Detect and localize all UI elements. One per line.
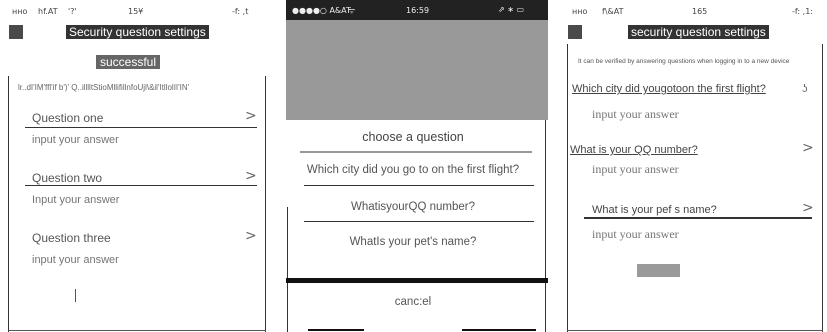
question-one-underline bbox=[25, 127, 257, 128]
hint-text: lr..dI'IM'ffl'if b')' Q..illlltStioMllif… bbox=[18, 83, 190, 92]
back-button[interactable] bbox=[9, 25, 23, 39]
status-indicators: ⇗ ∗ ▭ bbox=[498, 5, 525, 14]
status-network: hf.AT bbox=[38, 7, 58, 16]
left-border bbox=[567, 44, 568, 332]
status-time: 165 bbox=[692, 7, 708, 16]
answer-one-field[interactable] bbox=[592, 106, 792, 122]
option-divider bbox=[304, 185, 534, 186]
option-qq-number[interactable]: WhatisyourQQ number? bbox=[286, 201, 540, 213]
left-border bbox=[8, 76, 9, 332]
dim-overlay[interactable] bbox=[286, 20, 548, 120]
status-network: f\&AT bbox=[602, 7, 624, 16]
success-toast: successful bbox=[96, 55, 161, 69]
status-battery: -f: ,1: bbox=[792, 7, 813, 16]
question-two-underline bbox=[25, 185, 257, 186]
status-battery: -f: ,t bbox=[232, 7, 249, 16]
bottom-segment-left bbox=[308, 329, 364, 331]
question-pet-label: What is your pef s name? bbox=[592, 204, 717, 216]
cancel-button[interactable]: canc:el bbox=[286, 296, 540, 308]
status-time: 15¥ bbox=[128, 7, 144, 16]
submit-button[interactable] bbox=[637, 264, 680, 277]
bottom-border bbox=[567, 330, 823, 331]
status-signal: '?' bbox=[68, 7, 77, 16]
question-one-label: Question one bbox=[32, 111, 104, 125]
page-title: Security question settings bbox=[66, 25, 209, 39]
option-first-flight-city[interactable]: Which city did you go to on the first fl… bbox=[286, 164, 540, 176]
right-border bbox=[265, 76, 266, 332]
screen-question-settings-1: нно hf.AT '?' 15¥ -f: ,t Security questi… bbox=[0, 0, 270, 332]
left-border bbox=[287, 207, 288, 332]
status-time: 16:59 bbox=[406, 6, 430, 15]
question-qq-label: What is your QQ number? bbox=[570, 144, 698, 156]
answer-two-field[interactable] bbox=[592, 161, 792, 177]
status-carrier: нно bbox=[572, 7, 588, 16]
status-carrier: ●●●●○ A&AT bbox=[292, 6, 351, 15]
screen-choose-question: ●●●●○ A&AT ᯤ 16:59 ⇗ ∗ ▭ choose a questi… bbox=[286, 0, 548, 332]
chevron-right-icon: > bbox=[802, 140, 814, 156]
wifi-icon: ᯤ bbox=[348, 6, 356, 15]
answer-three-field[interactable] bbox=[592, 226, 792, 242]
sheet-divider bbox=[300, 151, 532, 153]
right-border bbox=[822, 44, 823, 332]
bottom-segment-right bbox=[462, 329, 536, 331]
chevron-right-icon: > bbox=[245, 228, 257, 244]
sheet-title: choose a question bbox=[362, 130, 464, 144]
bottom-border bbox=[8, 330, 266, 331]
answer-three-field[interactable] bbox=[32, 252, 232, 268]
hint-text: It can be verified by answering question… bbox=[578, 58, 790, 65]
option-divider bbox=[304, 221, 534, 222]
question-three-label: Question three bbox=[32, 231, 111, 245]
page-title: security question settings bbox=[628, 25, 769, 39]
question-first-flight-label: Which city did yougotoon the first fligh… bbox=[572, 83, 766, 95]
option-pet-name[interactable]: WhatIs your pet's name? bbox=[286, 236, 540, 248]
text-cursor bbox=[75, 289, 76, 302]
answer-two-field[interactable] bbox=[32, 192, 232, 208]
edit-mark-icon: ʖ bbox=[802, 83, 808, 95]
chevron-right-icon: > bbox=[245, 168, 257, 184]
right-border bbox=[545, 120, 546, 332]
chevron-right-icon: > bbox=[802, 200, 814, 216]
question-pet-underline bbox=[584, 217, 812, 219]
answer-one-field[interactable] bbox=[32, 132, 232, 148]
question-two-label: Question two bbox=[32, 171, 103, 185]
chevron-right-icon: > bbox=[245, 108, 257, 124]
status-carrier: нно bbox=[12, 7, 28, 16]
back-button[interactable] bbox=[568, 25, 582, 39]
screen-question-settings-2: нно f\&AT 165 -f: ,1: security question … bbox=[566, 0, 827, 332]
cancel-divider bbox=[286, 278, 548, 283]
